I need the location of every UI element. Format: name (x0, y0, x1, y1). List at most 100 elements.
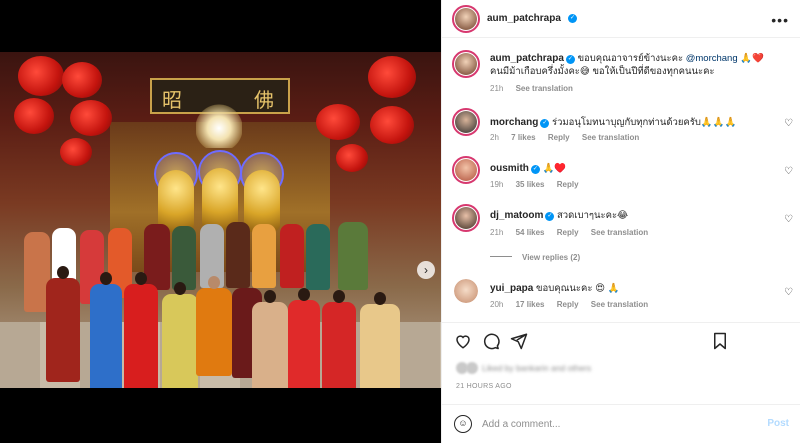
author-avatar[interactable] (452, 5, 480, 33)
reply-button[interactable]: Reply (557, 300, 579, 309)
verified-badge-icon: ✓ (540, 119, 550, 128)
person (90, 284, 122, 388)
person (306, 224, 330, 290)
commenter-username[interactable]: yui_papa (490, 283, 533, 294)
reply-button[interactable]: Reply (548, 133, 570, 142)
comment-meta: 21h 54 likes Reply See translation (490, 228, 658, 237)
see-translation-link[interactable]: See translation (591, 300, 648, 309)
mention-link[interactable]: @morchang (686, 53, 738, 64)
person (360, 304, 400, 388)
comment-likes[interactable]: 7 likes (511, 133, 535, 142)
reply-button[interactable]: Reply (557, 228, 579, 237)
commenter-avatar[interactable] (454, 279, 478, 303)
head (174, 282, 186, 295)
commenter-username[interactable]: ousmith (490, 163, 529, 174)
verified-badge-icon: ✓ (530, 165, 540, 174)
caption-username[interactable]: aum_patchrapa (490, 53, 564, 64)
head (57, 266, 69, 279)
chandelier (196, 104, 242, 148)
person (46, 278, 80, 382)
comment-icon[interactable] (482, 332, 500, 350)
like-comment-heart-icon[interactable]: ♡ (784, 118, 793, 129)
like-comment-heart-icon[interactable]: ♡ (784, 214, 793, 225)
head (264, 290, 276, 303)
view-replies-button[interactable]: View replies (2) (490, 253, 580, 262)
lantern (62, 62, 102, 98)
heart-icon[interactable] (454, 332, 472, 350)
comment-text: ousmith ✓ 🙏♥️ (490, 163, 567, 174)
post-header: aum_patchrapa ✓ ••• (442, 0, 800, 38)
person (144, 224, 170, 290)
lantern (18, 56, 64, 96)
verified-badge-icon: ✓ (565, 55, 575, 64)
commenter-avatar[interactable] (452, 108, 480, 136)
emoji-icon[interactable]: ☺ (454, 415, 472, 433)
comment-text: dj_matoom ✓ สวดเบาๆนะคะ😂 (490, 210, 629, 221)
comment-meta: 2h 7 likes Reply See translation (490, 133, 649, 142)
bookmark-icon[interactable] (712, 332, 728, 350)
post-actions (442, 322, 800, 356)
head (374, 292, 386, 305)
head (298, 288, 310, 301)
head (208, 276, 220, 289)
post-comment-button[interactable]: Post (767, 418, 789, 429)
comment-time[interactable]: 21h (490, 228, 503, 237)
buddha-statue (244, 170, 280, 232)
likes-summary[interactable]: Liked by bankarin and others (456, 362, 591, 374)
caption-time[interactable]: 21h (490, 84, 503, 93)
comment-time[interactable]: 20h (490, 300, 503, 309)
reply-button[interactable]: Reply (557, 180, 579, 189)
see-translation-link[interactable]: See translation (582, 133, 639, 142)
comment-time[interactable]: 2h (490, 133, 499, 142)
comment-meta: 20h 17 likes Reply See translation (490, 300, 658, 309)
buddha-statue (158, 170, 194, 232)
verified-badge-icon: ✓ (545, 212, 555, 221)
buddha-statue (202, 168, 238, 230)
person (280, 224, 304, 288)
lantern (316, 104, 360, 140)
comment-composer: ☺ Post (442, 404, 800, 443)
like-comment-heart-icon[interactable]: ♡ (784, 287, 793, 298)
person (196, 288, 232, 376)
post-timestamp[interactable]: 21 HOURS AGO (456, 383, 512, 390)
commenter-avatar[interactable] (452, 204, 480, 232)
more-options-icon[interactable]: ••• (771, 12, 789, 28)
lantern (370, 106, 414, 144)
comment-likes[interactable]: 54 likes (516, 228, 545, 237)
see-translation-link[interactable]: See translation (516, 84, 573, 93)
post-side-panel: aum_patchrapa ✓ ••• aum_patchrapa ✓ ขอบคุ… (441, 0, 800, 443)
carousel-next-button[interactable]: › (417, 261, 435, 279)
lantern (368, 56, 416, 98)
divider (490, 256, 512, 257)
author-username[interactable]: aum_patchrapa (487, 13, 561, 24)
comment-time[interactable]: 19h (490, 180, 503, 189)
person (252, 302, 288, 388)
comment-likes[interactable]: 17 likes (516, 300, 545, 309)
commenter-avatar[interactable] (452, 156, 480, 184)
caption-text: aum_patchrapa ✓ ขอบคุณอาจารย์ข้างนะคะ @mo… (490, 53, 764, 77)
lantern (70, 100, 112, 136)
lantern (14, 98, 54, 134)
head (100, 272, 112, 285)
person (162, 294, 198, 388)
comment-likes[interactable]: 35 likes (516, 180, 545, 189)
person (124, 284, 158, 388)
post-photo[interactable]: 昭 佛 › (0, 52, 441, 388)
liker-avatar (466, 362, 478, 374)
lantern (336, 144, 368, 172)
commenter-username[interactable]: dj_matoom (490, 210, 543, 221)
head (135, 272, 147, 285)
caption-avatar[interactable] (452, 50, 480, 78)
comment-text: yui_papa ขอบคุณนะคะ 😍 🙏 (490, 283, 620, 294)
add-comment-input[interactable] (482, 414, 752, 434)
see-translation-link[interactable]: See translation (591, 228, 648, 237)
commenter-username[interactable]: morchang (490, 117, 538, 128)
share-icon[interactable] (510, 332, 528, 350)
caption-meta: 21h See translation (490, 84, 583, 93)
person (252, 224, 276, 288)
person (172, 226, 196, 290)
likes-text: Liked by bankarin and others (482, 363, 592, 373)
comment-meta: 19h 35 likes Reply (490, 180, 589, 189)
person (288, 300, 320, 388)
like-comment-heart-icon[interactable]: ♡ (784, 166, 793, 177)
